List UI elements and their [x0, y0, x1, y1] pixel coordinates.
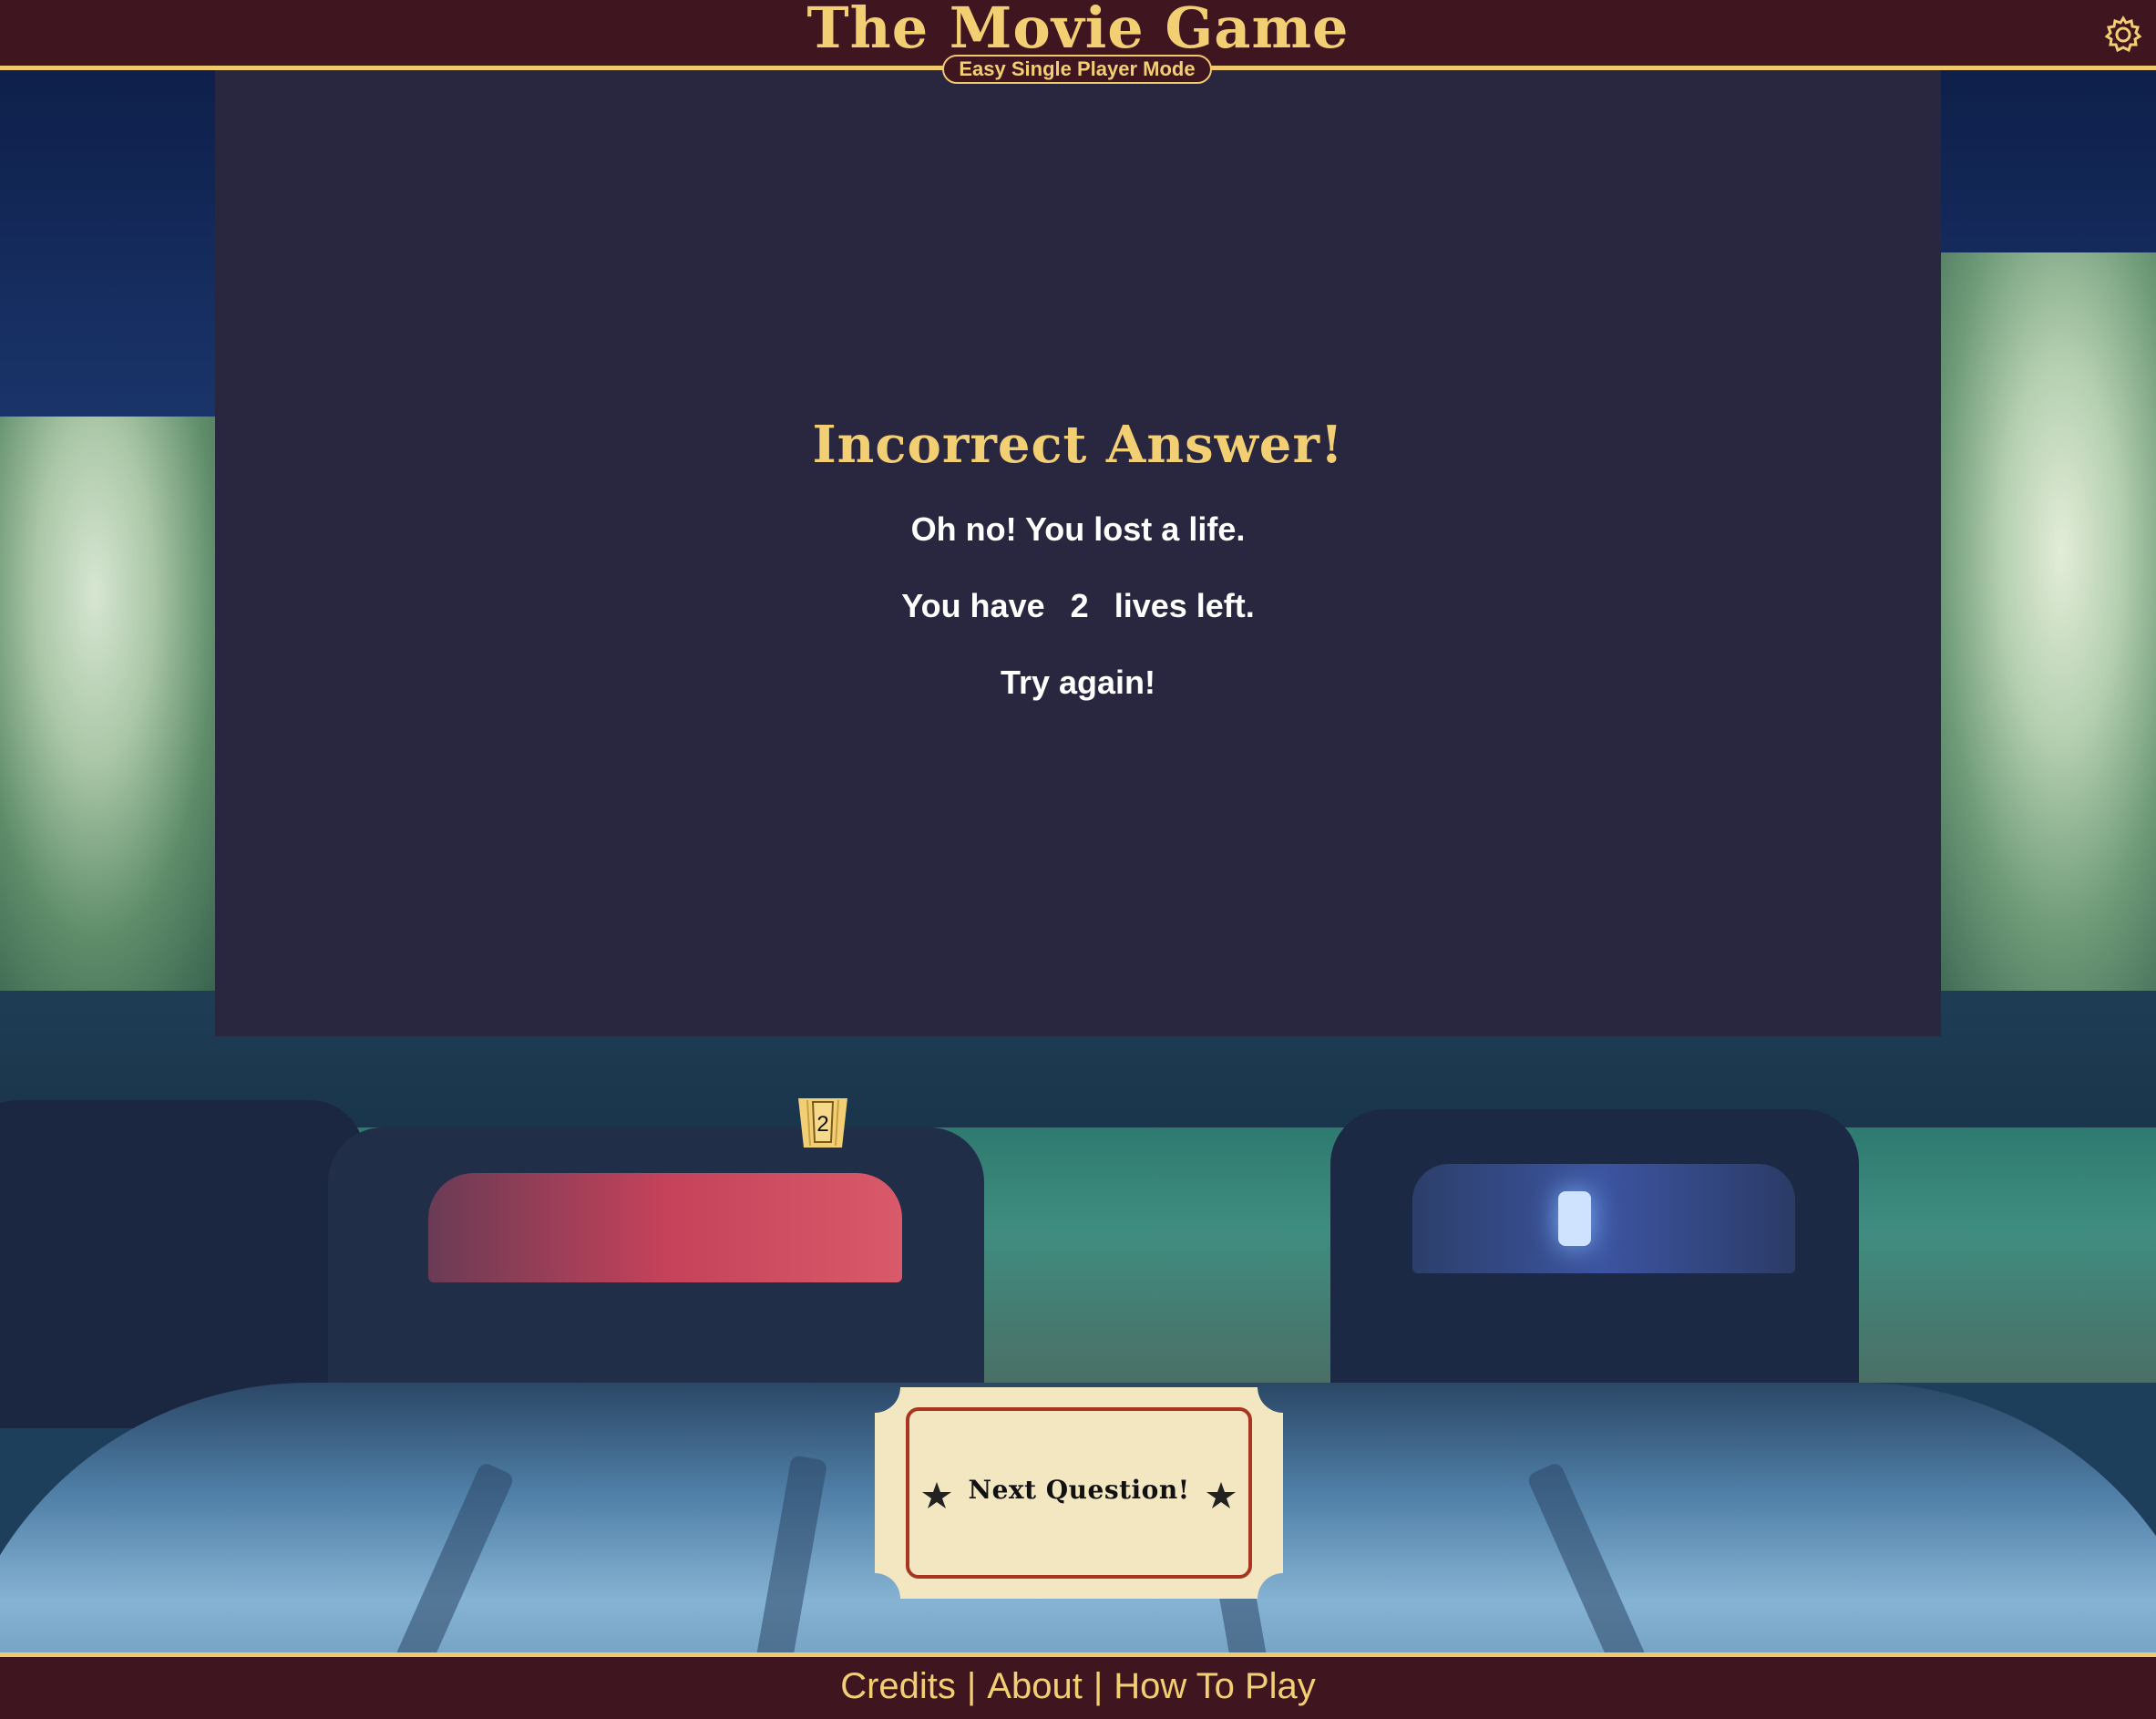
try-again-message: Try again! [1000, 664, 1156, 701]
movie-screen-panel: Incorrect Answer! Oh no! You lost a life… [215, 70, 1941, 1036]
next-question-label: Next Question! [968, 1475, 1190, 1505]
lives-count: 2 [1070, 587, 1089, 624]
footer-links: Credits | About | How To Play [0, 1657, 2156, 1715]
next-question-button[interactable]: Next Question! [875, 1387, 1283, 1599]
lives-prefix: You have [901, 587, 1045, 624]
footer-bar: Credits | About | How To Play [0, 1652, 2156, 1719]
result-heading: Incorrect Answer! [812, 415, 1344, 475]
lives-left-message: You have 2 lives left. [215, 587, 1941, 625]
popcorn-icon: 2 [798, 1098, 847, 1148]
lost-life-message: Oh no! You lost a life. [910, 510, 1246, 548]
lives-badge-value: 2 [816, 1112, 828, 1137]
game-title: The Movie Game [806, 0, 1350, 61]
lives-suffix: lives left. [1114, 587, 1255, 624]
trees-left [0, 417, 237, 1000]
footer-separator: | [1093, 1666, 1104, 1706]
footer-separator: | [966, 1666, 977, 1706]
credits-link[interactable]: Credits [840, 1666, 956, 1706]
gear-icon[interactable] [2103, 15, 2143, 55]
parked-car-left [0, 1100, 364, 1428]
how-to-play-link[interactable]: How To Play [1114, 1666, 1316, 1706]
trees-right [1919, 252, 2156, 1000]
lives-badge: 2 [796, 1096, 849, 1149]
about-link[interactable]: About [987, 1666, 1083, 1706]
game-mode-badge: Easy Single Player Mode [942, 55, 1212, 84]
